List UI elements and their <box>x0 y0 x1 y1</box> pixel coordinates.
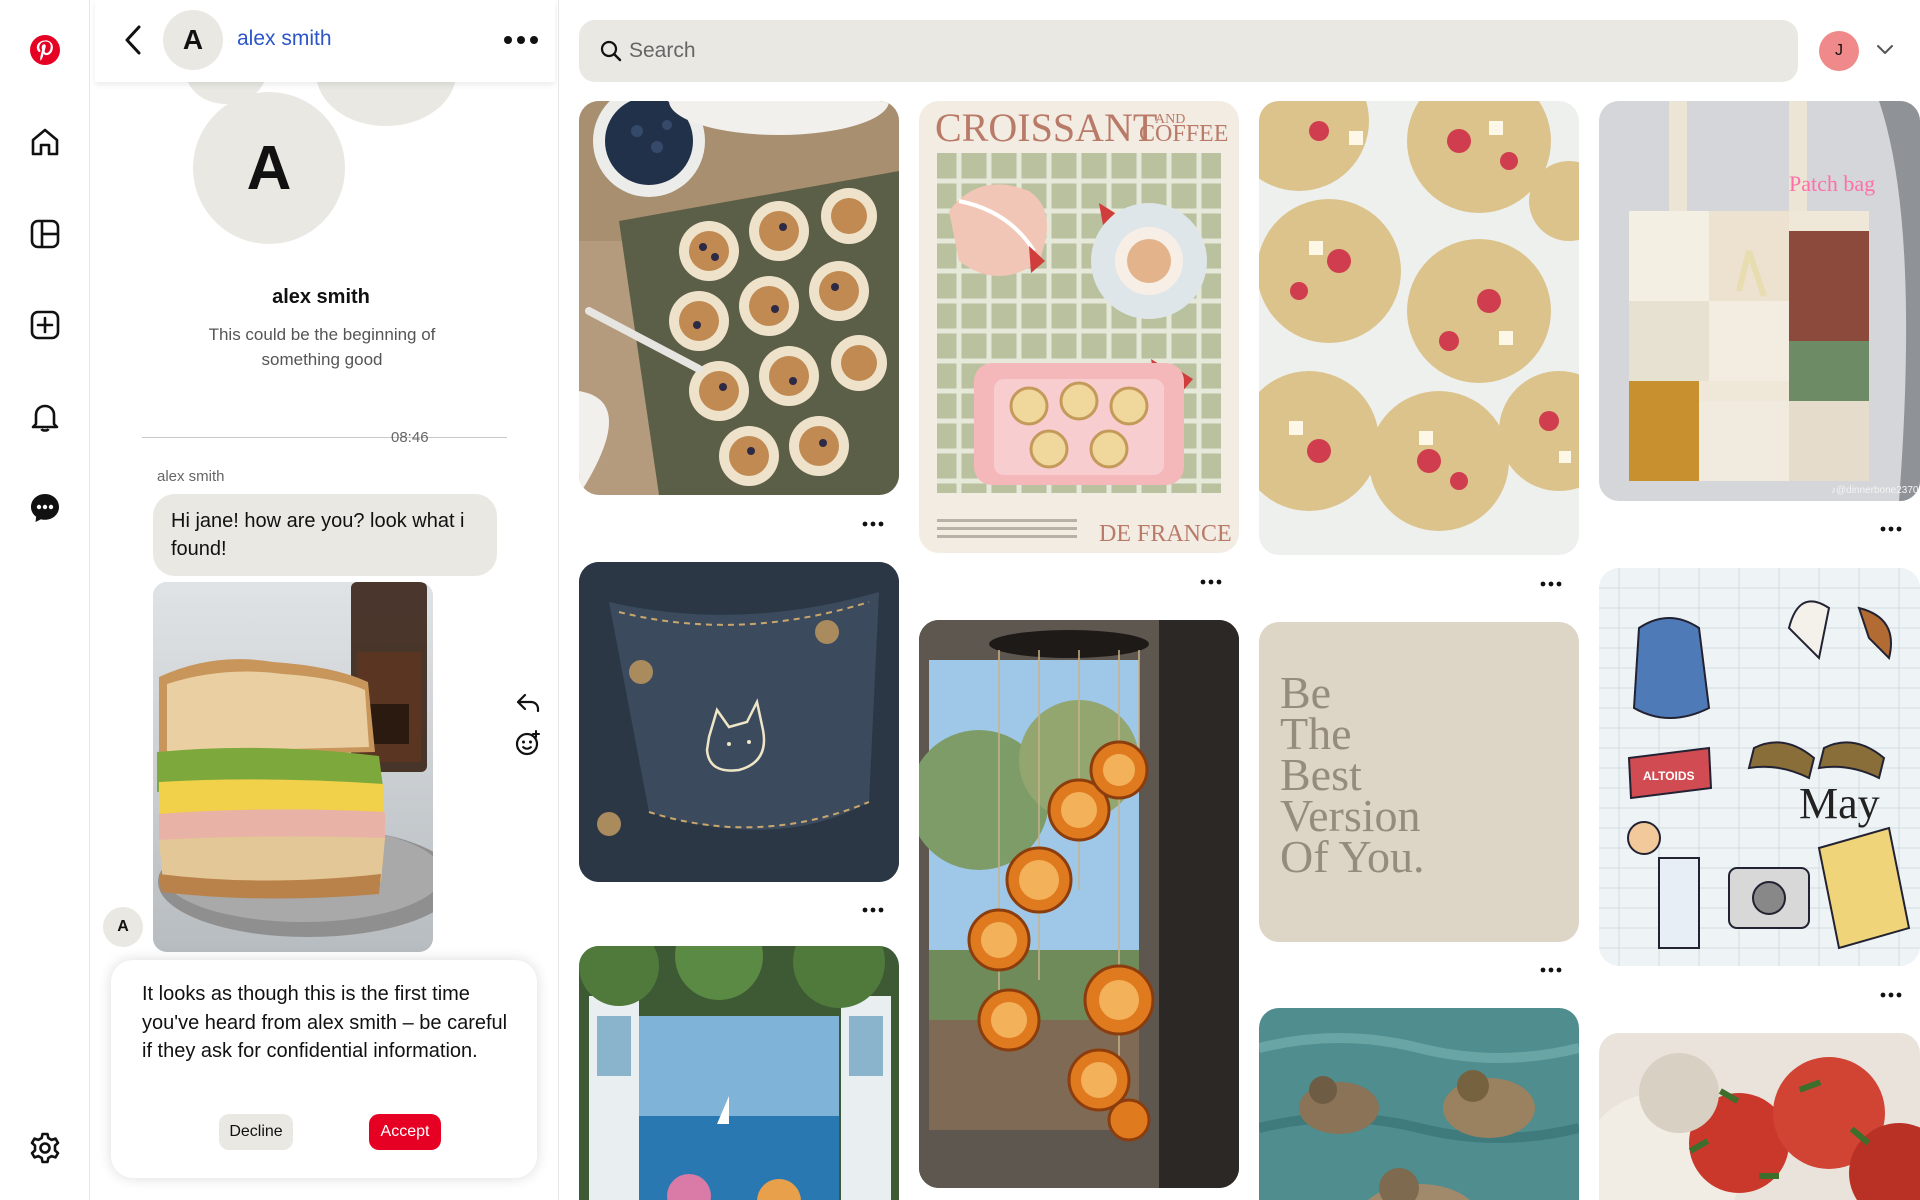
pin-be-the-best-version-quote[interactable]: Be The Best Version Of You. <box>1259 622 1579 942</box>
quote-line: Best <box>1280 749 1362 800</box>
quote-line: Of You. <box>1280 831 1425 882</box>
pin-may-journal-sketch[interactable]: ALTOIDS May <box>1599 568 1920 966</box>
conversation-header: A alex smith <box>95 0 555 82</box>
conversation-panel: A alex smith A alex smith This could be … <box>91 0 559 1200</box>
divider <box>142 437 383 438</box>
chevron-down-icon[interactable] <box>1873 40 1897 60</box>
user-avatar[interactable]: J <box>1819 31 1859 71</box>
pin-jeans-pocket-cat[interactable] <box>579 562 899 882</box>
pin-options-button[interactable] <box>1874 519 1908 539</box>
patch-bag-label: Patch bag <box>1789 171 1875 196</box>
conversation-options-button[interactable] <box>499 24 543 56</box>
pinterest-logo-icon[interactable] <box>21 26 69 74</box>
add-reaction-icon[interactable] <box>515 730 541 756</box>
first-contact-warning: It looks as though this is the first tim… <box>111 960 537 1178</box>
poster-coffee-text: COFFEE <box>1139 121 1228 147</box>
boards-icon[interactable] <box>21 210 69 258</box>
divider <box>356 437 507 438</box>
pin-croissant-coffee-poster[interactable]: CROISSANT AND COFFEE DE FRANCE <box>919 101 1239 553</box>
chevron-left-icon <box>125 25 141 55</box>
left-nav-rail <box>0 0 90 1200</box>
decline-button[interactable]: Decline <box>219 1114 293 1150</box>
pin-blueberry-muffins[interactable] <box>579 101 899 495</box>
poster-subtitle-text: DE FRANCE <box>1099 521 1232 547</box>
pin-patch-bag[interactable]: Patch bag ♪@dinnerbone2370 <box>1599 101 1920 501</box>
accept-button[interactable]: Accept <box>369 1114 441 1150</box>
pin-options-button[interactable] <box>856 900 890 920</box>
back-button[interactable] <box>115 22 151 58</box>
pin-options-button[interactable] <box>1534 960 1568 980</box>
settings-icon[interactable] <box>21 1124 69 1172</box>
tin-label: ALTOIDS <box>1643 769 1695 783</box>
pin-dried-orange-wind-chime[interactable] <box>919 620 1239 1188</box>
quote-line: Version <box>1280 790 1421 841</box>
search-input[interactable] <box>629 20 1779 82</box>
header-avatar[interactable]: A <box>163 10 223 70</box>
message-sender-name: alex smith <box>157 468 225 485</box>
app-window: A alex smith A alex smith This could be … <box>0 0 1920 1200</box>
pin-options-button[interactable] <box>856 514 890 534</box>
more-horizontal-icon <box>504 36 538 44</box>
create-icon[interactable] <box>21 301 69 349</box>
sender-avatar[interactable]: A <box>103 907 143 947</box>
pin-credit-text: ♪@dinnerbone2370 <box>1831 485 1919 496</box>
pin-tomato-salad[interactable] <box>1599 1033 1920 1200</box>
pin-ducks-in-water[interactable] <box>1259 1008 1579 1200</box>
profile-subtitle: This could be the beginning of something… <box>208 325 436 369</box>
pin-options-button[interactable] <box>1874 985 1908 1005</box>
search-bar[interactable] <box>579 20 1798 82</box>
quote-line: Be <box>1280 667 1332 718</box>
message-image-sandwich[interactable] <box>153 582 433 952</box>
pin-options-button[interactable] <box>1194 572 1228 592</box>
profile-avatar: A <box>193 92 345 244</box>
message-bubble[interactable]: Hi jane! how are you? look what i found! <box>153 494 497 576</box>
home-icon[interactable] <box>21 118 69 166</box>
message-timestamp: 08:46 <box>391 429 429 446</box>
quote-text: Be The Best Version Of You. <box>1280 667 1425 882</box>
notifications-icon[interactable] <box>21 393 69 441</box>
header-contact-name[interactable]: alex smith <box>237 27 332 51</box>
pin-options-button[interactable] <box>1534 574 1568 594</box>
search-icon <box>600 40 622 62</box>
pin-raspberry-cookies[interactable] <box>1259 101 1579 555</box>
quote-line: The <box>1280 708 1352 759</box>
reply-icon[interactable] <box>515 692 541 714</box>
messages-icon[interactable] <box>21 484 69 532</box>
warning-text: It looks as though this is the first tim… <box>142 983 508 1062</box>
may-label: May <box>1799 779 1880 828</box>
pin-window-sea-view[interactable] <box>579 946 899 1200</box>
poster-title-text: CROISSANT <box>935 105 1157 150</box>
profile-name: alex smith <box>272 286 370 308</box>
